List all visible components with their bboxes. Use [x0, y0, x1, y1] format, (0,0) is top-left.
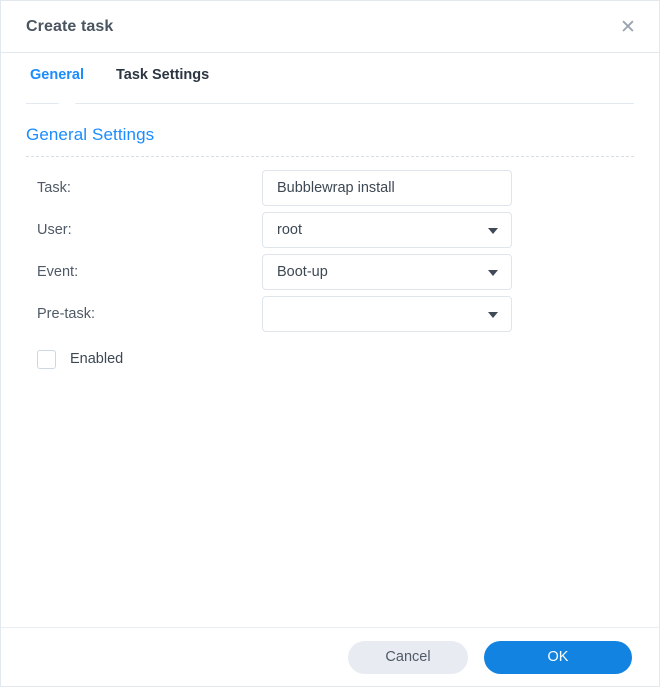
form-row-user: User: root	[26, 209, 634, 251]
active-tab-indicator	[58, 97, 76, 104]
dialog-body: General Settings Task: User: root Even	[1, 104, 659, 627]
enabled-checkbox[interactable]	[37, 349, 56, 369]
event-select-value: Boot-up	[277, 264, 328, 280]
form-row-pre-task: Pre-task:	[26, 293, 634, 335]
tab-task-settings[interactable]: Task Settings	[112, 53, 213, 97]
label-user: User:	[37, 222, 72, 238]
pre-task-select[interactable]	[262, 296, 512, 332]
enabled-checkbox-row[interactable]: Enabled	[26, 339, 634, 379]
task-input[interactable]	[263, 171, 511, 205]
label-task: Task:	[37, 180, 71, 196]
chevron-down-icon	[488, 312, 498, 318]
event-select[interactable]: Boot-up	[262, 254, 512, 290]
cancel-button[interactable]: Cancel	[348, 640, 468, 674]
tab-general[interactable]: General	[26, 53, 88, 97]
enabled-checkbox-label[interactable]: Enabled	[70, 351, 123, 367]
user-select-value: root	[277, 222, 302, 238]
chevron-down-icon	[488, 270, 498, 276]
dialog-footer: Cancel OK	[1, 627, 659, 686]
create-task-dialog: Create task ✕ General Task Settings Gene…	[0, 0, 660, 687]
chevron-down-icon	[488, 228, 498, 234]
tabs-row: General Task Settings	[26, 53, 213, 97]
label-pre-task: Pre-task:	[37, 306, 96, 322]
ok-button[interactable]: OK	[484, 640, 632, 674]
form-row-task: Task:	[26, 167, 634, 209]
general-settings-form: Task: User: root Event: Boot-up	[26, 167, 634, 379]
label-event: Event:	[37, 264, 79, 280]
section-title: General Settings	[26, 125, 155, 144]
section-divider	[26, 156, 634, 157]
close-icon[interactable]: ✕	[611, 10, 645, 44]
user-select[interactable]: root	[262, 212, 512, 248]
tab-bar: General Task Settings	[1, 53, 659, 104]
dialog-title: Create task	[26, 17, 114, 35]
task-field[interactable]	[262, 170, 512, 206]
form-row-event: Event: Boot-up	[26, 251, 634, 293]
dialog-titlebar: Create task ✕	[1, 1, 659, 53]
